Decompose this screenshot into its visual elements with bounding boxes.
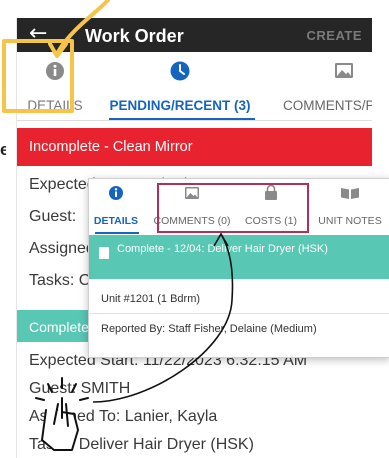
- popup-tab-unit-notes-label: UNIT NOTES: [318, 215, 382, 227]
- tab-comments-label: COMMENTS/PH: [283, 98, 372, 113]
- task-header-incomplete[interactable]: Incomplete - Clean Mirror: [17, 128, 372, 166]
- book-icon: [311, 185, 389, 201]
- popup-tab-bar: DETAILS COMMENTS (0) COSTS (1) UNIT NOTE…: [89, 179, 389, 236]
- popup-active-tab-indicator: [95, 232, 139, 234]
- info-icon: [91, 185, 141, 201]
- tab-pending-label: PENDING/RECENT (3): [109, 98, 251, 113]
- comments-costs-highlight-box: [157, 183, 309, 233]
- reported-by: Reported By: Staff Fisher, Delaine (Medi…: [101, 323, 317, 335]
- tasks: Tasks: Deliver Hair Dryer (HSK): [29, 436, 254, 453]
- guest: Guest:: [29, 208, 77, 225]
- details-highlight-box: [2, 39, 74, 113]
- unit-info: Unit #1201 (1 Bdrm): [101, 293, 201, 305]
- page-title: Work Order: [85, 26, 184, 46]
- popup-banner-text: Complete - 12/04: Deliver Hair Dryer (HS…: [117, 243, 328, 255]
- popup-tab-unit-notes[interactable]: UNIT NOTES: [311, 179, 389, 235]
- guest: Guest: SMITH: [29, 380, 131, 397]
- clock-icon: [105, 60, 255, 82]
- tab-pending-recent[interactable]: PENDING/RECENT (3): [105, 52, 255, 120]
- assigned: Assigned: [29, 240, 95, 257]
- tab-comments-photos[interactable]: COMMENTS/PH: [275, 52, 372, 120]
- create-button[interactable]: CREATE: [307, 28, 362, 43]
- popup-tab-details-label: DETAILS: [93, 215, 139, 227]
- assigned-to: Assigned To: Lanier, Kayla: [29, 408, 218, 425]
- task-detail-popup: DETAILS COMMENTS (0) COSTS (1) UNIT NOTE…: [88, 178, 389, 358]
- task-card[interactable]: Expected Start: 11/22/2023 6:32:15 AM Gu…: [17, 342, 372, 458]
- divider: [89, 313, 389, 314]
- photo-icon: [275, 60, 372, 82]
- popup-task-banner: Complete - 12/04: Deliver Hair Dryer (HS…: [89, 235, 389, 279]
- document-icon: [99, 247, 109, 259]
- tasks: Tasks: C: [29, 272, 91, 289]
- popup-tab-details[interactable]: DETAILS: [91, 179, 141, 235]
- task-header-text: Incomplete - Clean Mirror: [29, 139, 193, 155]
- active-tab-indicator: [109, 118, 255, 120]
- edge-text: e: [0, 140, 6, 159]
- task-header-text: Complete: [29, 319, 89, 335]
